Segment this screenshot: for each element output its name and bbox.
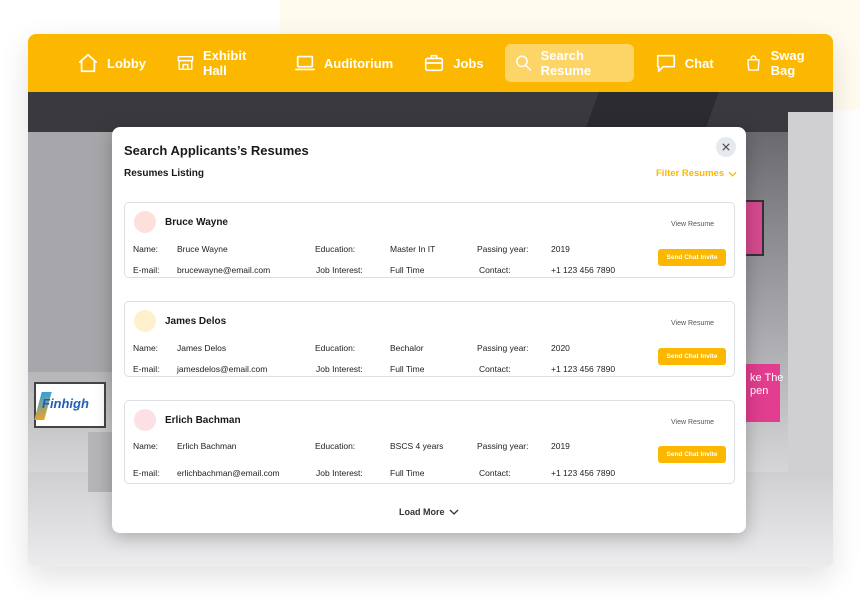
contact-value: +1 123 456 7890 <box>551 265 616 275</box>
education-label: Education: <box>315 244 356 254</box>
resume-list: Bruce Wayne Name: Bruce Wayne Education:… <box>124 202 735 507</box>
education-label: Education: <box>315 441 356 451</box>
storefront-icon <box>177 55 194 71</box>
left-wall <box>28 132 118 372</box>
avatar <box>134 409 156 431</box>
passing-year-value: 2020 <box>551 343 570 353</box>
resume-card: Erlich Bachman Name: Erlich Bachman Educ… <box>124 400 735 484</box>
job-interest-value: Full Time <box>390 265 425 275</box>
avatar <box>134 310 156 332</box>
nav-item-auditorium[interactable]: Auditorium <box>285 44 402 82</box>
education-value: Master In IT <box>390 244 436 254</box>
nav-item-label: Chat <box>684 55 714 71</box>
email-value: jamesdelos@email.com <box>177 364 268 374</box>
view-resume-button[interactable]: View Resume <box>671 419 714 426</box>
chevron-down-icon <box>449 509 458 515</box>
job-interest-value: Full Time <box>390 364 425 374</box>
send-chat-invite-button[interactable]: Send Chat Invite <box>658 249 726 266</box>
name-value: Bruce Wayne <box>177 244 228 254</box>
email-label: E-mail: <box>133 468 160 478</box>
chat-icon <box>656 54 675 73</box>
nav-item-label: Jobs <box>453 55 484 71</box>
search-resume-modal: Search Applicants’s Resumes Resumes List… <box>112 127 746 533</box>
passing-year-label: Passing year: <box>477 343 529 353</box>
nav-item-label: Exhibit Hall <box>202 48 247 78</box>
candidate-name: Erlich Bachman <box>165 415 241 426</box>
filter-resumes-button[interactable]: Filter Resumes <box>656 168 737 179</box>
job-interest-value: Full Time <box>390 468 425 478</box>
contact-label: Contact: <box>479 265 511 275</box>
top-navbar: Lobby Exhibit Hall Auditorium Jobs Searc… <box>28 34 833 92</box>
job-interest-label: Job Interest: <box>316 364 363 374</box>
resume-card: Bruce Wayne Name: Bruce Wayne Education:… <box>124 202 735 278</box>
nav-item-lobby[interactable]: Lobby <box>68 44 155 82</box>
search-icon <box>515 55 531 71</box>
chevron-down-icon <box>728 171 737 177</box>
education-label: Education: <box>315 343 356 353</box>
email-label: E-mail: <box>133 265 160 275</box>
contact-label: Contact: <box>479 364 511 374</box>
nav-item-label: Swag Bag <box>770 48 805 78</box>
passing-year-label: Passing year: <box>477 441 529 451</box>
load-more-button[interactable]: Load More <box>399 507 459 517</box>
email-label: E-mail: <box>133 364 160 374</box>
email-value: erlichbachman@email.com <box>177 468 280 478</box>
nav-item-search-resume[interactable]: Search Resume <box>504 44 634 82</box>
avatar <box>134 211 156 233</box>
send-chat-invite-button[interactable]: Send Chat Invite <box>658 446 726 463</box>
nav-item-swag-bag[interactable]: Swag Bag <box>735 44 833 82</box>
nav-item-jobs[interactable]: Jobs <box>414 44 492 82</box>
load-more-label: Load More <box>399 507 445 517</box>
candidate-name: James Delos <box>165 316 227 327</box>
home-icon <box>78 53 98 73</box>
modal-title: Search Applicants’s Resumes <box>124 143 309 158</box>
view-resume-button[interactable]: View Resume <box>671 221 714 228</box>
briefcase-icon <box>425 54 444 72</box>
nav-item-label: Search Resume <box>540 48 592 78</box>
education-value: Bechalor <box>390 343 424 353</box>
nav-item-label: Lobby <box>107 55 146 71</box>
email-value: brucewayne@email.com <box>177 265 271 275</box>
job-interest-label: Job Interest: <box>316 265 363 275</box>
nav-item-chat[interactable]: Chat <box>646 44 723 82</box>
name-value: James Delos <box>177 343 227 353</box>
name-label: Name: <box>133 441 159 451</box>
passing-year-value: 2019 <box>551 441 570 451</box>
wall-screen <box>744 200 764 256</box>
contact-value: +1 123 456 7890 <box>551 468 616 478</box>
passing-year-label: Passing year: <box>477 244 529 254</box>
close-button[interactable] <box>716 137 736 157</box>
laptop-icon <box>294 55 315 71</box>
name-label: Name: <box>133 343 159 353</box>
contact-value: +1 123 456 7890 <box>551 364 616 374</box>
name-label: Name: <box>133 244 159 254</box>
view-resume-button[interactable]: View Resume <box>671 320 714 327</box>
promo-screen: ke The pen <box>746 364 783 422</box>
shopping-bag-icon <box>746 55 760 71</box>
resume-card: James Delos Name: James Delos Education:… <box>124 301 735 377</box>
sponsor-logo-text: Finhigh <box>42 396 89 411</box>
education-value: BSCS 4 years <box>390 441 444 451</box>
close-icon <box>722 143 730 151</box>
passing-year-value: 2019 <box>551 244 570 254</box>
resumes-listing-heading: Resumes Listing <box>124 168 205 179</box>
candidate-name: Bruce Wayne <box>165 217 228 228</box>
nav-item-exhibit-hall[interactable]: Exhibit Hall <box>167 44 273 82</box>
nav-item-label: Auditorium <box>323 55 394 71</box>
sponsor-screen: Finhigh <box>34 382 106 428</box>
send-chat-invite-button[interactable]: Send Chat Invite <box>658 348 726 365</box>
filter-resumes-label: Filter Resumes <box>656 168 725 179</box>
job-interest-label: Job Interest: <box>316 468 363 478</box>
name-value: Erlich Bachman <box>177 441 237 451</box>
contact-label: Contact: <box>479 468 511 478</box>
